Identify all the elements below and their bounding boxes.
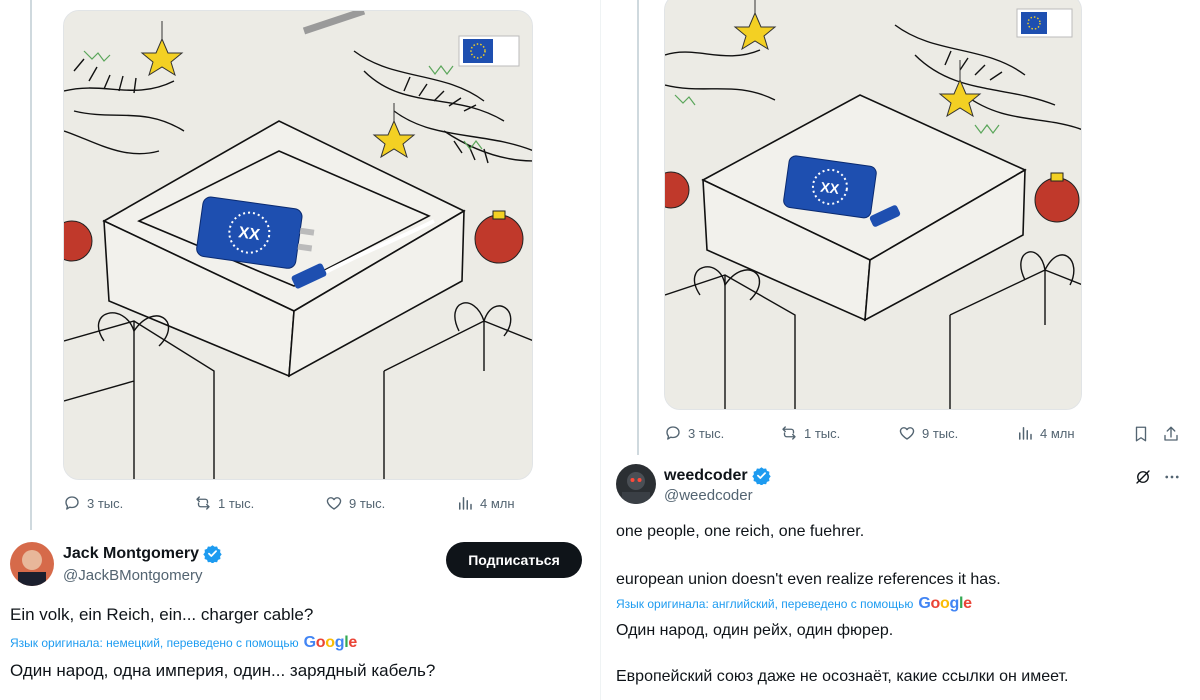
grok-button[interactable] — [1133, 467, 1153, 487]
views-count: 4 млн — [480, 495, 515, 511]
author-name[interactable]: weedcoder — [664, 467, 748, 485]
thread-line — [30, 0, 32, 530]
avatar-image — [10, 542, 54, 586]
like-count: 9 тыс. — [349, 495, 386, 511]
reply-button[interactable]: 3 тыс. — [664, 424, 780, 442]
bookmark-icon — [1135, 426, 1147, 442]
bookmark-button[interactable] — [1131, 424, 1151, 444]
translation-note[interactable]: Язык оригинала: немецкий, переведено с п… — [10, 634, 357, 652]
views-button[interactable]: 4 млн — [1016, 424, 1116, 442]
avatar[interactable] — [616, 464, 656, 504]
repost-count: 1 тыс. — [218, 495, 255, 511]
left-post-panel: XX 3 тыс. 1 тыс. 9 тыс. 4 млн Jack Montg… — [0, 0, 600, 700]
author-handle[interactable]: @JackBMontgomery — [63, 567, 202, 584]
views-icon — [459, 497, 472, 510]
reply-icon — [65, 496, 79, 510]
author-name-row[interactable]: weedcoder — [664, 466, 771, 485]
reply-button[interactable]: 3 тыс. — [63, 494, 194, 512]
author-name-row[interactable]: Jack Montgomery — [63, 544, 222, 563]
reply-icon — [666, 426, 680, 440]
reply-count: 3 тыс. — [688, 425, 725, 441]
author-name[interactable]: Jack Montgomery — [63, 545, 199, 563]
action-bar: 3 тыс. 1 тыс. 9 тыс. 4 млн — [63, 494, 587, 512]
google-logo: Google — [918, 595, 972, 612]
like-button[interactable]: 9 тыс. — [325, 494, 456, 512]
reply-count: 3 тыс. — [87, 495, 124, 511]
verified-icon — [203, 545, 222, 563]
repost-icon — [196, 496, 210, 510]
right-post-panel: XX 3 тыс. 1 тыс. 9 тыс. 4 млн weedcoder … — [600, 0, 1200, 700]
eu-charger-illustration: XX — [64, 11, 532, 479]
post-image[interactable]: XX — [664, 0, 1082, 410]
svg-text:XX: XX — [819, 179, 840, 198]
more-icon — [1165, 475, 1179, 479]
share-button[interactable] — [1161, 424, 1181, 444]
like-icon — [326, 497, 342, 510]
translation-note-text: Язык оригинала: английский, переведено с… — [616, 597, 914, 611]
views-button[interactable]: 4 млн — [456, 494, 587, 512]
avatar[interactable] — [10, 542, 54, 586]
translated-text-line-1: Один народ, один рейх, один фюрер. — [616, 622, 894, 639]
grok-icon — [1136, 470, 1150, 484]
more-button[interactable] — [1161, 467, 1183, 487]
translated-text-line-2: Европейский союз даже не осознаёт, какие… — [616, 668, 1069, 685]
avatar-image — [616, 464, 656, 504]
eu-charger-illustration: XX — [665, 0, 1081, 409]
translated-text: Один народ, одна империя, один... зарядн… — [10, 661, 436, 680]
repost-button[interactable]: 1 тыс. — [194, 494, 325, 512]
verified-icon — [751, 467, 771, 485]
svg-text:XX: XX — [237, 224, 261, 244]
like-count: 9 тыс. — [922, 425, 959, 441]
post-text-line-2: european union doesn't even realize refe… — [616, 571, 1001, 588]
translation-note-text: Язык оригинала: немецкий, переведено с п… — [10, 636, 299, 650]
share-icon — [1164, 426, 1178, 441]
views-count: 4 млн — [1040, 425, 1075, 441]
post-image[interactable]: XX — [63, 10, 533, 480]
post-text: Ein volk, ein Reich, ein... charger cabl… — [10, 605, 314, 624]
like-icon — [899, 427, 915, 440]
action-bar: 3 тыс. 1 тыс. 9 тыс. 4 млн — [664, 424, 1116, 442]
repost-icon — [782, 426, 796, 440]
author-handle[interactable]: @weedcoder — [664, 487, 753, 504]
google-logo: Google — [303, 634, 358, 651]
views-icon — [1019, 427, 1032, 440]
thread-line — [637, 0, 639, 455]
repost-button[interactable]: 1 тыс. — [780, 424, 898, 442]
post-text-line-1: one people, one reich, one fuehrer. — [616, 523, 865, 540]
like-button[interactable]: 9 тыс. — [898, 424, 1016, 442]
repost-count: 1 тыс. — [804, 425, 841, 441]
translation-note[interactable]: Язык оригинала: английский, переведено с… — [616, 595, 972, 613]
follow-button[interactable]: Подписаться — [446, 542, 582, 578]
